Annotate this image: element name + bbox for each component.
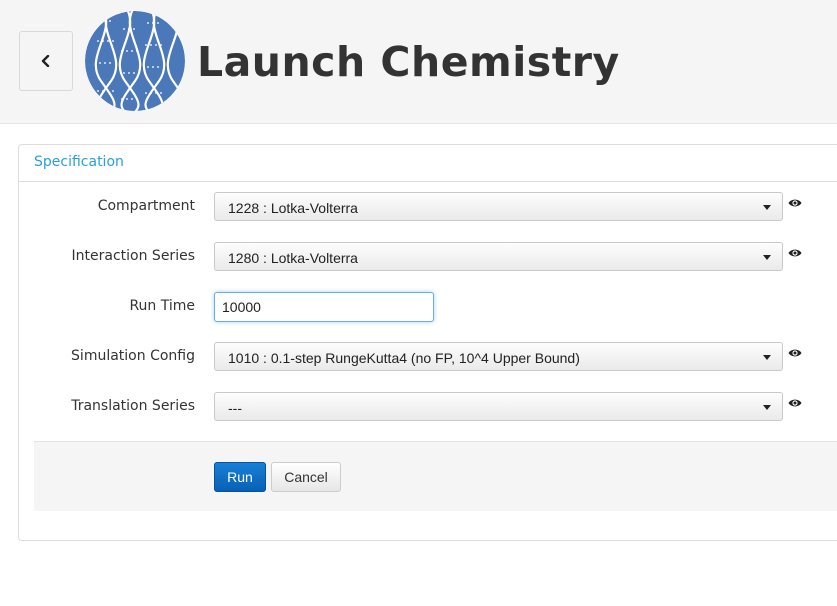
- page-title: Launch Chemistry: [197, 38, 620, 86]
- translation-series-select[interactable]: ---: [214, 392, 783, 421]
- compartment-select[interactable]: 1228 : Lotka-Volterra: [214, 192, 783, 221]
- compartment-row: Compartment 1228 : Lotka-Volterra: [19, 192, 837, 224]
- simulation-config-row: Simulation Config 1010 : 0.1-step RungeK…: [19, 342, 837, 374]
- eye-icon[interactable]: [788, 397, 802, 409]
- simulation-config-label: Simulation Config: [71, 348, 195, 364]
- run-button[interactable]: Run: [214, 462, 266, 492]
- translation-series-value: ---: [228, 400, 242, 416]
- eye-icon[interactable]: [788, 347, 802, 359]
- simulation-config-select[interactable]: 1010 : 0.1-step RungeKutta4 (no FP, 10^4…: [214, 342, 783, 371]
- panel-heading: Specification: [19, 145, 837, 182]
- specification-panel: Specification Compartment 1228 : Lotka-V…: [18, 144, 837, 541]
- interaction-series-label: Interaction Series: [71, 248, 195, 264]
- form-actions: Run Cancel: [34, 441, 837, 511]
- back-button[interactable]: [19, 31, 73, 91]
- page-header: Launch Chemistry: [0, 0, 837, 124]
- run-time-label: Run Time: [129, 298, 195, 314]
- caret-down-icon: [763, 255, 771, 260]
- caret-down-icon: [763, 355, 771, 360]
- caret-down-icon: [763, 205, 771, 210]
- interaction-series-value: 1280 : Lotka-Volterra: [228, 250, 358, 266]
- caret-down-icon: [763, 405, 771, 410]
- run-time-row: Run Time: [19, 292, 837, 324]
- dna-helix-logo: [85, 11, 185, 111]
- app-logo: [85, 11, 185, 111]
- cancel-button[interactable]: Cancel: [271, 462, 341, 492]
- interaction-series-row: Interaction Series 1280 : Lotka-Volterra: [19, 242, 837, 274]
- run-time-input[interactable]: [214, 292, 434, 322]
- eye-icon[interactable]: [788, 247, 802, 259]
- eye-icon[interactable]: [788, 197, 802, 209]
- translation-series-label: Translation Series: [71, 398, 195, 414]
- interaction-series-select[interactable]: 1280 : Lotka-Volterra: [214, 242, 783, 271]
- compartment-value: 1228 : Lotka-Volterra: [228, 200, 358, 216]
- translation-series-row: Translation Series ---: [19, 392, 837, 424]
- simulation-config-value: 1010 : 0.1-step RungeKutta4 (no FP, 10^4…: [228, 350, 580, 366]
- chevron-left-icon: [41, 55, 50, 67]
- compartment-label: Compartment: [97, 198, 195, 214]
